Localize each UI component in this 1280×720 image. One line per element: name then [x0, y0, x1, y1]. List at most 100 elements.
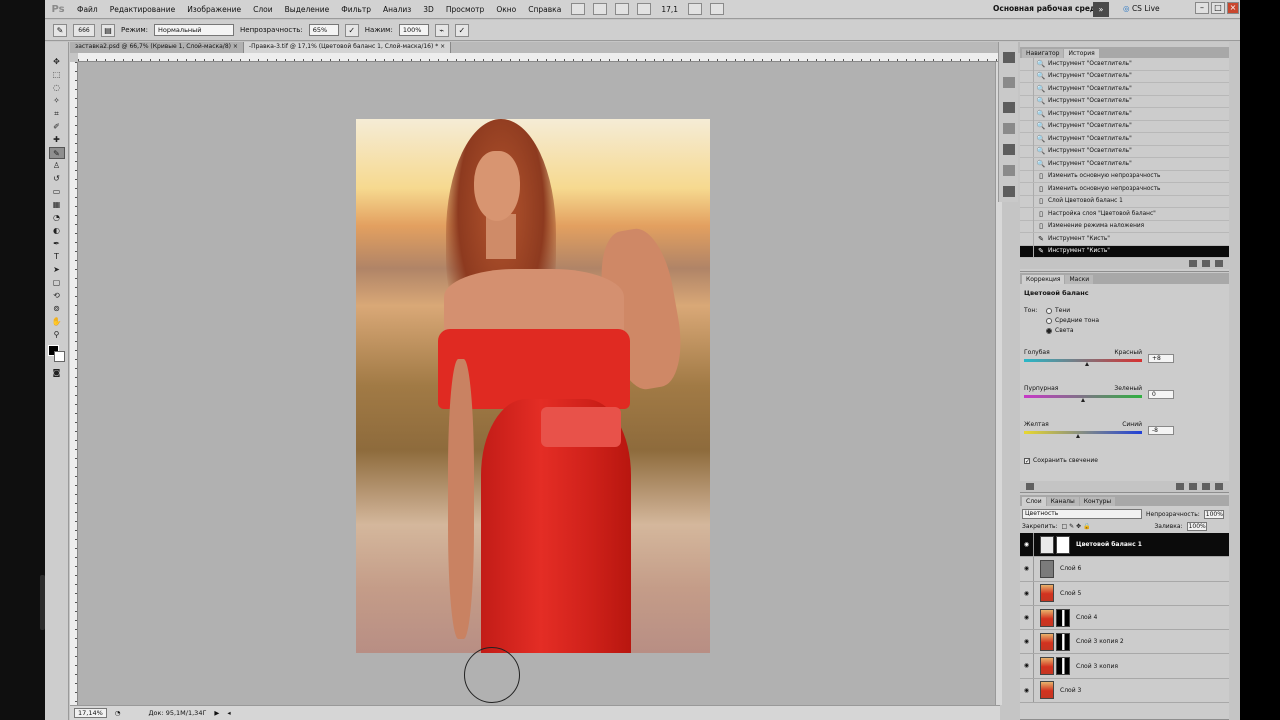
brush-tool-preset-icon[interactable]: ✎ [53, 23, 67, 37]
layer-opacity-input[interactable]: 100% [1203, 509, 1224, 519]
panel-tab[interactable]: Коррекция [1022, 275, 1065, 284]
history-source-checkbox[interactable] [1020, 95, 1034, 108]
history-source-checkbox[interactable] [1020, 145, 1034, 158]
history-source-checkbox[interactable] [1020, 157, 1034, 170]
slider-value[interactable]: +8 [1148, 354, 1174, 363]
marquee-tool-icon[interactable]: ⬚ [49, 69, 65, 81]
slider-thumb[interactable] [1085, 362, 1090, 366]
adj-back-icon[interactable] [1026, 483, 1034, 490]
bridge-icon[interactable] [571, 3, 586, 15]
menu-item-6[interactable]: Анализ [377, 5, 417, 14]
layer-row[interactable]: ◉ Слой 3 копия 2 [1020, 630, 1229, 655]
history-source-checkbox[interactable] [1020, 82, 1034, 95]
history-source-checkbox[interactable] [1020, 245, 1034, 258]
history-source-checkbox[interactable] [1020, 170, 1034, 183]
eyedropper-tool-icon[interactable]: ✐ [49, 121, 65, 133]
shape-tool-icon[interactable]: ▢ [49, 277, 65, 289]
history-item[interactable]: 🔍 Инструмент "Осветлитель" [1020, 107, 1229, 121]
preserve-luminosity[interactable]: ✓ Сохранить свечение [1024, 457, 1229, 464]
slider-thumb[interactable] [1075, 434, 1080, 438]
trash-icon[interactable] [1215, 483, 1223, 490]
history-source-checkbox[interactable] [1020, 220, 1034, 233]
color-slider[interactable]: Желтая Синий -8 [1024, 421, 1224, 445]
history-item[interactable]: 🔍 Инструмент "Осветлитель" [1020, 120, 1229, 133]
pen-tool-icon[interactable]: ✒ [49, 238, 65, 250]
panel-tab[interactable]: История [1064, 49, 1099, 58]
reset-icon[interactable] [1202, 483, 1210, 490]
history-source-checkbox[interactable] [1020, 120, 1034, 133]
layer-row[interactable]: ◉ Цветовой баланс 1 [1020, 533, 1229, 558]
delete-state-icon[interactable] [1215, 260, 1223, 267]
tone-option[interactable]: Средние тона [1046, 317, 1099, 324]
menu-item-10[interactable]: Справка [522, 5, 567, 14]
layer-row[interactable]: ◉ Слой 5 [1020, 581, 1229, 606]
slider-value[interactable]: 0 [1148, 390, 1174, 399]
tone-radio[interactable] [1046, 307, 1052, 314]
workspace-label[interactable]: Основная рабочая среда [993, 4, 1101, 13]
gradient-tool-icon[interactable]: ▦ [49, 199, 65, 211]
3d-orbit-tool-icon[interactable]: ⊚ [49, 303, 65, 315]
layer-row[interactable]: ◉ Слой 4 [1020, 605, 1229, 631]
tone-radio[interactable] [1046, 327, 1052, 334]
maximize-icon[interactable]: □ [1211, 2, 1225, 14]
history-item[interactable]: 🔍 Инструмент "Осветлитель" [1020, 132, 1229, 146]
tablet-opacity-icon[interactable]: ✓ [344, 23, 359, 37]
eraser-tool-icon[interactable]: ▭ [49, 186, 65, 198]
hand-tool-icon[interactable]: ✋ [49, 316, 65, 328]
history-item[interactable]: 🔍 Инструмент "Осветлитель" [1020, 82, 1229, 96]
menu-item-0[interactable]: Файл [71, 5, 104, 14]
tone-option[interactable]: Света [1046, 327, 1099, 334]
slider-thumb[interactable] [1080, 398, 1085, 402]
new-snapshot-icon[interactable] [1202, 260, 1210, 267]
history-item[interactable]: ▯ Изменение режима наложения [1020, 220, 1229, 233]
history-brush-tool-icon[interactable]: ↺ [49, 173, 65, 185]
layer-mask-thumb[interactable] [1056, 608, 1070, 627]
status-zoom-field[interactable]: 17,14% [74, 708, 107, 718]
healing-tool-icon[interactable]: ✚ [49, 134, 65, 146]
panel-tab[interactable]: Маски [1065, 275, 1094, 284]
layer-fill-input[interactable]: 100% [1186, 522, 1207, 531]
new-doc-from-state-icon[interactable] [1189, 260, 1197, 267]
eye-icon[interactable]: ◉ [1020, 533, 1034, 557]
workspace-more-icon[interactable]: » [1093, 2, 1109, 17]
canvas-area[interactable] [78, 62, 995, 705]
color-slider[interactable]: Пурпурная Зеленый 0 [1024, 385, 1224, 409]
quick-select-tool-icon[interactable]: ✧ [49, 95, 65, 107]
slider-value[interactable]: -8 [1148, 426, 1174, 435]
color-swatches[interactable] [47, 345, 66, 363]
brush-panel-icon[interactable] [1002, 123, 1015, 134]
brush-size-picker[interactable]: 666 [73, 23, 95, 37]
eye-icon[interactable]: ◉ [1020, 605, 1034, 630]
status-doc-size-icon[interactable]: ◔ [115, 709, 121, 717]
history-item[interactable]: ▯ Настройка слоя "Цветовой баланс" [1020, 207, 1229, 221]
minimize-icon[interactable]: – [1195, 2, 1209, 14]
quick-mask-icon[interactable]: ◙ [49, 367, 65, 379]
menu-item-9[interactable]: Окно [490, 5, 522, 14]
arrange-docs-icon[interactable] [688, 3, 703, 15]
history-item[interactable]: 🔍 Инструмент "Осветлитель" [1020, 157, 1229, 171]
menu-item-5[interactable]: Фильтр [335, 5, 377, 14]
history-source-checkbox[interactable] [1020, 232, 1034, 245]
path-select-tool-icon[interactable]: ➤ [49, 264, 65, 276]
lasso-tool-icon[interactable]: ◌ [49, 82, 65, 94]
layer-row[interactable]: ◉ Слой 3 [1020, 678, 1229, 704]
history-source-checkbox[interactable] [1020, 57, 1034, 70]
menu-item-1[interactable]: Редактирование [104, 5, 181, 14]
brush-tool-icon[interactable]: ✎ [48, 147, 65, 159]
eye-icon[interactable]: ◉ [1020, 630, 1034, 654]
doc-tab[interactable]: -Правка-3.tif @ 17,1% (Цветовой баланс 1… [243, 42, 452, 53]
eye-icon[interactable]: ◉ [1020, 581, 1034, 605]
screen-mode-icon[interactable] [710, 3, 725, 15]
close-icon[interactable]: × [1227, 2, 1239, 14]
history-item[interactable]: ▯ Изменить основную непрозрачность [1020, 182, 1229, 196]
layer-row[interactable]: ◉ Слой 3 копия [1020, 654, 1229, 679]
blend-mode-select[interactable]: Цветность [1022, 509, 1142, 519]
color-slider[interactable]: Голубая Красный +8 [1024, 349, 1224, 373]
history-item[interactable]: ▯ Слой Цветовой баланс 1 [1020, 195, 1229, 208]
lock-icons[interactable]: □ ✎ ✥ 🔒 [1062, 523, 1091, 530]
layer-mask-thumb[interactable] [1056, 632, 1070, 651]
menu-item-4[interactable]: Выделение [279, 5, 336, 14]
panel-tab[interactable]: Каналы [1046, 497, 1079, 506]
history-item[interactable]: 🔍 Инструмент "Осветлитель" [1020, 95, 1229, 108]
flow-input[interactable]: 100% [398, 24, 429, 36]
